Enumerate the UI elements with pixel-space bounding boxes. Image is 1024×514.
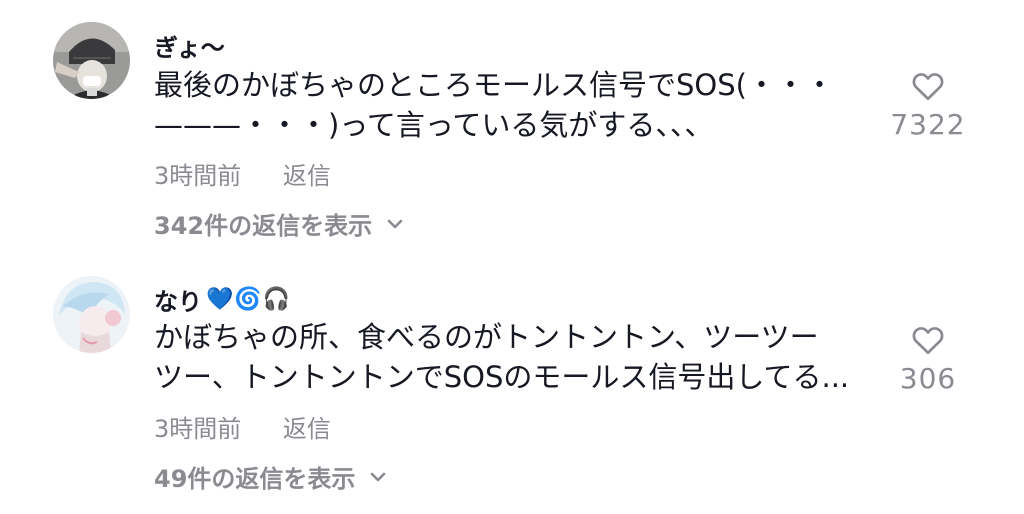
comment-username[interactable]: ぎょ〜 [154,28,225,63]
heart-outline-icon [912,73,944,101]
like-count: 306 [899,362,957,395]
heart-outline-icon [912,327,944,355]
comment-meta: 3時間前 返信 [154,409,331,444]
like-button[interactable]: 7322 [868,68,988,141]
comment-text: 最後のかぼちゃのところモールス信号でSOS(・・・ ———・・・)って言っている… [154,65,874,145]
reply-button[interactable]: 返信 [283,162,331,190]
comment-time: 3時間前 [154,415,242,443]
comment-username[interactable]: なり 💙🌀🎧 [154,282,291,317]
like-button[interactable]: 306 [868,322,988,395]
view-replies-label: 49件の返信を表示 [154,465,356,493]
comment-text-line: かぼちゃの所、食べるのがトントントン、ツーツー [154,320,819,354]
comment-text: かぼちゃの所、食べるのがトントントン、ツーツー ツー、トントントンでSOSのモー… [154,317,874,397]
comment-text-line: 最後のかぼちゃのところモールス信号でSOS(・・・ [154,68,834,102]
comment-text-line: ツー、トントントンでSOSのモールス信号出してる... [154,360,850,394]
like-count: 7322 [890,108,966,141]
comment-meta: 3時間前 返信 [154,156,331,191]
view-replies-button[interactable]: 342件の返信を表示 [154,206,404,241]
chevron-down-icon [371,472,386,481]
view-replies-label: 342件の返信を表示 [154,212,373,240]
avatar[interactable] [53,276,130,353]
comment-text-line: ———・・・)って言っている気がする、、、 [154,108,714,142]
chevron-down-icon [387,219,403,228]
view-replies-button[interactable]: 49件の返信を表示 [154,459,387,494]
avatar[interactable] [53,22,130,99]
username-text: なり [154,288,202,316]
username-emojis: 💙🌀🎧 [206,287,292,312]
comment-time: 3時間前 [154,162,242,190]
username-text: ぎょ〜 [154,34,225,62]
reply-button[interactable]: 返信 [283,415,331,443]
